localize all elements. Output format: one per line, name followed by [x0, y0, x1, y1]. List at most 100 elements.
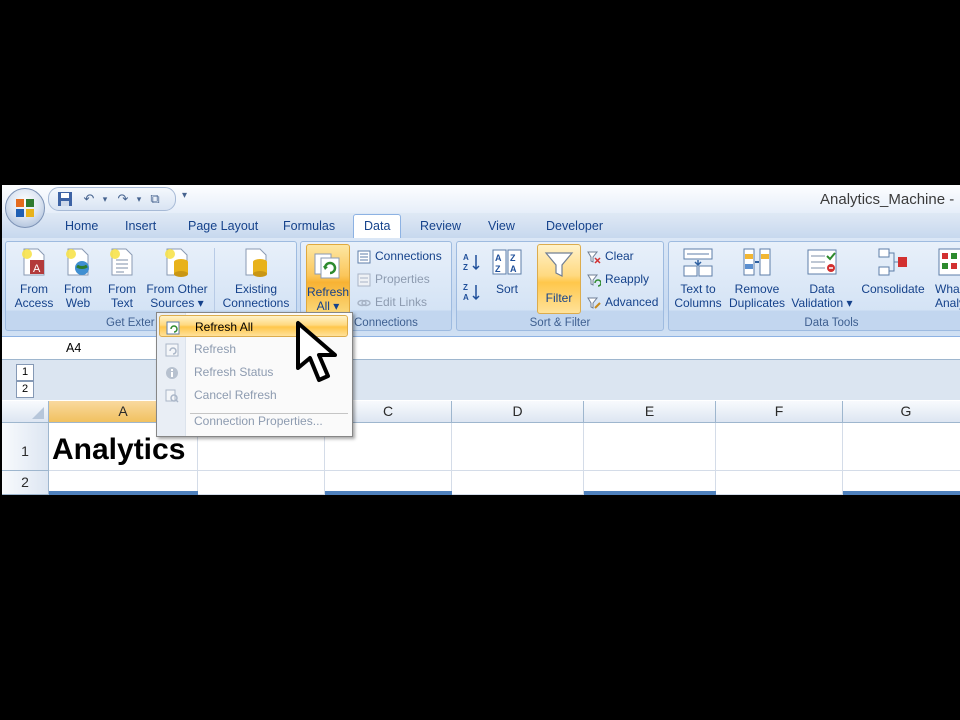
- cell-d2[interactable]: [452, 471, 584, 495]
- from-other-sources-button[interactable]: From Other Sources ▾: [144, 246, 210, 310]
- sort-a-z-button[interactable]: AZ: [462, 252, 484, 274]
- advanced-button[interactable]: Advanced: [587, 292, 658, 312]
- cell-a1-text: Analytics: [52, 433, 186, 466]
- menu-item-label: Refresh All: [195, 320, 254, 334]
- clear-button[interactable]: Clear: [587, 246, 634, 266]
- undo-dropdown-icon[interactable]: ▾: [97, 191, 113, 207]
- column-header-g[interactable]: G: [843, 401, 960, 423]
- column-header-e[interactable]: E: [584, 401, 716, 423]
- cell-b2[interactable]: [198, 471, 325, 495]
- sort-z-a-button[interactable]: ZA: [462, 282, 484, 304]
- what-if-analysis-button[interactable]: Wha Analy: [927, 246, 960, 310]
- refresh-all-label-1: Refresh: [307, 285, 350, 299]
- name-box[interactable]: A4: [2, 337, 152, 359]
- access-icon: A: [18, 246, 50, 278]
- connections-icon: [357, 250, 371, 264]
- svg-text:Z: Z: [510, 253, 516, 263]
- quick-access-toolbar: ↶ ▾ ↷ ▾ ⧉: [48, 187, 176, 211]
- existing-connections-button[interactable]: Existing Connections: [218, 246, 294, 310]
- svg-text:Z: Z: [495, 264, 501, 274]
- text-file-icon: [106, 246, 138, 278]
- web-icon: [62, 246, 94, 278]
- tab-insert[interactable]: Insert: [125, 219, 156, 233]
- tab-review[interactable]: Review: [420, 219, 461, 233]
- text-to-columns-label-1: Text to: [680, 282, 716, 296]
- redo-icon[interactable]: ↷: [115, 191, 131, 207]
- outline-level-1-button[interactable]: 1: [16, 364, 34, 381]
- cell-d1[interactable]: [452, 423, 584, 471]
- from-access-label-1: From: [20, 282, 48, 296]
- svg-text:A: A: [463, 253, 469, 262]
- consolidate-icon: [877, 246, 909, 278]
- remove-duplicates-button[interactable]: Remove Duplicates: [727, 246, 787, 310]
- from-web-label-1: From: [64, 282, 92, 296]
- row-header-2[interactable]: 2: [2, 471, 49, 495]
- column-header-f[interactable]: F: [716, 401, 843, 423]
- remove-duplicates-icon: [741, 246, 773, 278]
- tab-home[interactable]: Home: [65, 219, 98, 233]
- edit-links-button[interactable]: Edit Links: [357, 292, 427, 312]
- menu-item-connection-properties[interactable]: Connection Properties...: [159, 410, 348, 432]
- svg-text:Z: Z: [463, 283, 468, 292]
- text-to-columns-button[interactable]: Text to Columns: [673, 246, 723, 310]
- group-label-sort-filter: Sort & Filter: [529, 317, 591, 329]
- cancel-refresh-icon: [165, 388, 179, 403]
- properties-label: Properties: [375, 272, 430, 286]
- office-button[interactable]: [5, 188, 45, 228]
- qat-more-icon[interactable]: ▾: [182, 190, 187, 201]
- row-3-band: [843, 491, 960, 495]
- tab-developer[interactable]: Developer: [546, 219, 603, 233]
- consolidate-button[interactable]: Consolidate: [859, 246, 927, 296]
- refresh-all-button[interactable]: Refresh All ▾: [306, 244, 350, 314]
- save-icon[interactable]: [57, 191, 73, 207]
- sort-dialog-icon: AZZA: [491, 246, 523, 278]
- row-3-band: [325, 491, 452, 495]
- row-header-1[interactable]: 1: [2, 423, 49, 471]
- from-web-label-2: Web: [65, 296, 91, 310]
- svg-text:A: A: [510, 264, 517, 274]
- consolidate-label: Consolidate: [861, 282, 925, 296]
- data-validation-label-2: Validation ▾: [791, 296, 853, 310]
- cell-g1[interactable]: [843, 423, 960, 471]
- row-3-band: [49, 491, 198, 495]
- refresh-all-icon: [166, 320, 180, 335]
- group-sort-filter: AZ ZA AZZA Sort Filter Clear Reapply Adv…: [456, 241, 664, 331]
- data-validation-button[interactable]: Data Validation ▾: [789, 246, 855, 310]
- from-text-button[interactable]: From Text: [100, 246, 144, 310]
- undo-icon[interactable]: ↶: [81, 191, 97, 207]
- connections-label: Connections: [375, 249, 442, 263]
- menu-item-label: Cancel Refresh: [194, 388, 277, 402]
- advanced-filter-icon: [587, 296, 601, 310]
- existing-label-1: Existing: [234, 282, 278, 296]
- reapply-button[interactable]: Reapply: [587, 269, 649, 289]
- customize-icon[interactable]: ⧉: [147, 191, 163, 207]
- filter-button[interactable]: Filter: [537, 244, 581, 314]
- select-all-corner[interactable]: [2, 401, 49, 423]
- properties-button[interactable]: Properties: [357, 269, 430, 289]
- tab-data[interactable]: Data: [353, 214, 402, 240]
- redo-dropdown-icon[interactable]: ▾: [131, 191, 147, 207]
- mouse-pointer-icon: [296, 321, 337, 382]
- advanced-label: Advanced: [605, 295, 659, 309]
- remove-duplicates-label-1: Remove: [734, 282, 780, 296]
- from-access-button[interactable]: A From Access: [12, 246, 56, 310]
- window-title: Analytics_Machine -: [820, 191, 955, 208]
- cell-f1[interactable]: [716, 423, 843, 471]
- tab-view[interactable]: View: [488, 219, 515, 233]
- svg-text:Z: Z: [463, 263, 468, 272]
- sort-z-a-icon: ZA: [462, 283, 482, 305]
- tab-page-layout[interactable]: Page Layout: [188, 219, 258, 233]
- refresh-icon: [165, 342, 179, 357]
- cell-f2[interactable]: [716, 471, 843, 495]
- connections-button[interactable]: Connections: [357, 246, 442, 266]
- refresh-all-label-2: All ▾: [316, 299, 340, 313]
- sort-button[interactable]: AZZA Sort: [487, 246, 527, 296]
- from-web-button[interactable]: From Web: [56, 246, 100, 310]
- column-header-d[interactable]: D: [452, 401, 584, 423]
- outline-level-2-button[interactable]: 2: [16, 381, 34, 398]
- tab-formulas[interactable]: Formulas: [283, 219, 335, 233]
- what-if-label-1: Wha: [935, 282, 960, 296]
- svg-text:A: A: [495, 253, 502, 263]
- cell-e1[interactable]: [584, 423, 716, 471]
- formula-bar: A4: [2, 337, 960, 360]
